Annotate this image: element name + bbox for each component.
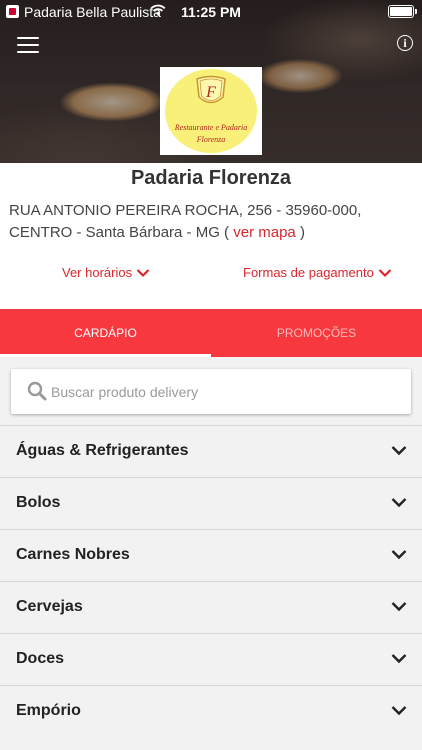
- category-row[interactable]: Bolos: [0, 477, 422, 529]
- chevron-down-icon: [391, 498, 407, 508]
- chevron-down-icon: [378, 268, 392, 277]
- category-row[interactable]: Doces: [0, 633, 422, 685]
- store-info-card: Padaria Florenza RUA ANTONIO PEREIRA ROC…: [0, 163, 422, 309]
- hours-link-label[interactable]: Ver horários: [62, 265, 132, 280]
- category-row[interactable]: Carnes Nobres: [0, 529, 422, 581]
- store-name: Padaria Florenza: [130, 167, 292, 189]
- category-list: Águas & Refrigerantes Bolos Carnes Nobre…: [0, 425, 422, 737]
- search-input[interactable]: [51, 369, 401, 414]
- active-tab-indicator: [0, 354, 211, 357]
- store-address: RUA ANTONIO PEREIRA ROCHA, 256 - 35960-0…: [9, 200, 415, 244]
- payment-link-label[interactable]: Formas de pagamento: [243, 265, 374, 280]
- address-close: ): [299, 224, 305, 241]
- tab-bar: CARDÁPIO PROMOÇÕES: [0, 309, 422, 357]
- chevron-down-icon: [136, 268, 150, 277]
- category-label: Bolos: [16, 494, 61, 511]
- category-label: Doces: [16, 650, 65, 667]
- chevron-down-icon: [391, 706, 407, 716]
- status-time: 11:25 PM: [181, 4, 241, 20]
- search-box[interactable]: [11, 369, 411, 414]
- category-row[interactable]: Águas & Refrigerantes: [0, 425, 422, 477]
- crest-icon: F: [196, 75, 226, 104]
- logo-text-line2: Florenza: [196, 135, 226, 144]
- chevron-down-icon: [391, 550, 407, 560]
- category-label: Águas & Refrigerantes: [16, 442, 189, 459]
- chevron-down-icon: [391, 602, 407, 612]
- svg-text:F: F: [205, 84, 216, 101]
- category-row[interactable]: Empório: [0, 685, 422, 737]
- chevron-down-icon: [391, 446, 407, 456]
- category-label: Empório: [16, 702, 81, 719]
- search-icon: [27, 381, 47, 401]
- logo-text-line1: Restaurante e Padaria: [174, 123, 248, 132]
- category-label: Carnes Nobres: [16, 546, 130, 563]
- battery-icon: [388, 5, 417, 18]
- payment-link[interactable]: Formas de pagamento: [243, 265, 392, 280]
- category-label: Cervejas: [16, 598, 83, 615]
- chevron-down-icon: [391, 654, 407, 664]
- store-logo: F Restaurante e Padaria Florenza: [160, 67, 262, 155]
- hamburger-menu-icon[interactable]: [17, 37, 39, 53]
- tab-promocoes[interactable]: PROMOÇÕES: [211, 309, 422, 357]
- category-row[interactable]: Cervejas: [0, 581, 422, 633]
- hours-link[interactable]: Ver horários: [62, 265, 150, 280]
- address-text: RUA ANTONIO PEREIRA ROCHA, 256 - 35960-0…: [9, 202, 362, 241]
- tab-cardapio[interactable]: CARDÁPIO: [0, 309, 211, 357]
- status-bar: Padaria Bella Paulista 11:25 PM: [0, 0, 422, 24]
- info-icon[interactable]: i: [397, 35, 413, 51]
- map-link[interactable]: ver mapa: [233, 224, 296, 241]
